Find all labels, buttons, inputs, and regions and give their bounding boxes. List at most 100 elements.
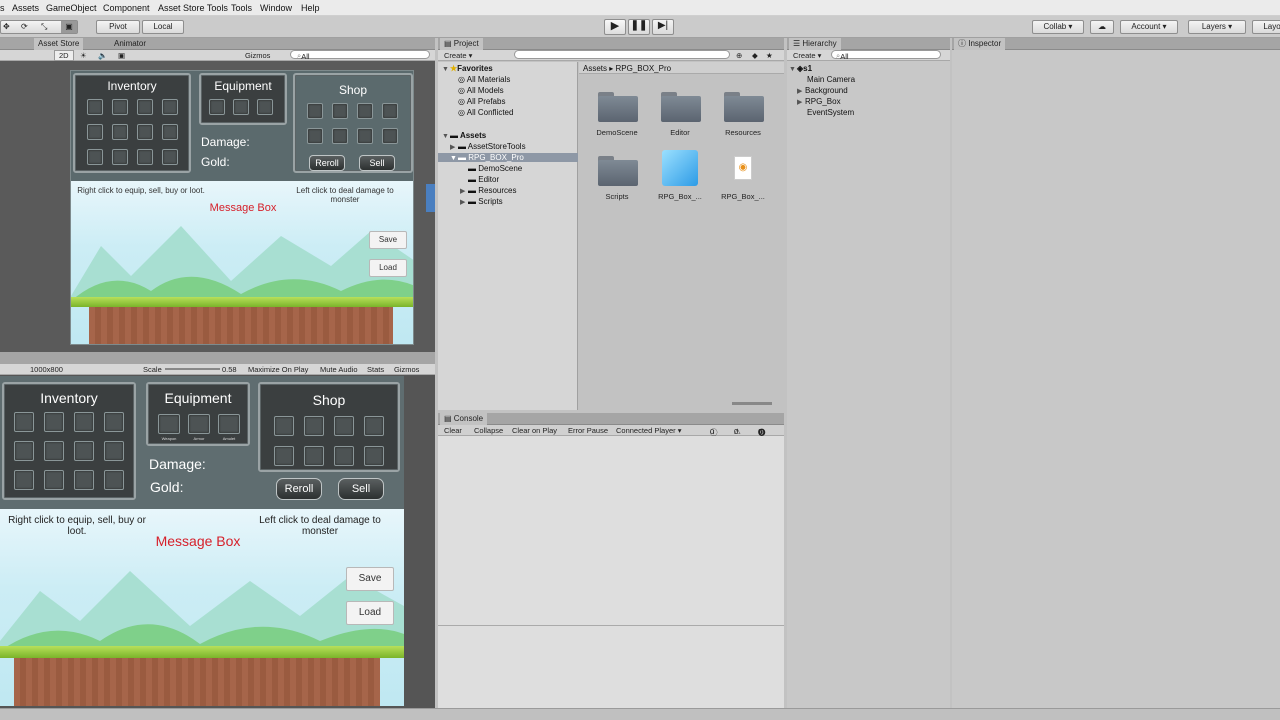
- layers-dropdown[interactable]: Layers ▾: [1188, 20, 1246, 34]
- play-button[interactable]: ▶: [604, 19, 626, 35]
- shop-slot[interactable]: [357, 128, 373, 144]
- shop-slot[interactable]: [364, 416, 384, 436]
- tree-item-editor[interactable]: ▬ Editor: [468, 175, 499, 184]
- hierarchy-create[interactable]: Create ▾: [793, 51, 821, 60]
- shop-slot[interactable]: [382, 103, 398, 119]
- inventory-slot[interactable]: [137, 124, 153, 140]
- prefab-cube-icon[interactable]: [662, 150, 698, 186]
- tree-item-demoscene[interactable]: ▬ DemoScene: [468, 164, 522, 173]
- console-collapse[interactable]: Collapse: [474, 426, 503, 435]
- shop-slot[interactable]: [307, 128, 323, 144]
- folder-demoscene[interactable]: [598, 92, 638, 122]
- scale-tool-icon[interactable]: ⤡: [41, 21, 47, 33]
- sell-button[interactable]: Sell: [338, 478, 384, 500]
- equip-slot-amulet[interactable]: [218, 414, 240, 434]
- scene-scroll-handle[interactable]: [426, 184, 435, 212]
- pivot-button[interactable]: Pivot: [96, 20, 140, 34]
- resolution-dropdown[interactable]: 1000x800: [30, 365, 63, 374]
- shop-slot[interactable]: [334, 446, 354, 466]
- inventory-slot[interactable]: [74, 470, 94, 490]
- hierarchy-item[interactable]: EventSystem: [807, 108, 854, 117]
- fav-item[interactable]: ◎ All Materials: [458, 75, 510, 84]
- scene-save-button[interactable]: Save: [369, 231, 407, 249]
- favorites-node[interactable]: ▼★Favorites: [442, 64, 493, 73]
- inventory-slot[interactable]: [44, 441, 64, 461]
- tab-project[interactable]: ▤ Project: [440, 38, 483, 50]
- tree-item-rpg-box-pro[interactable]: ▼▬ RPG_BOX_Pro: [438, 153, 578, 162]
- inventory-slot[interactable]: [74, 412, 94, 432]
- filter-label-icon[interactable]: ◆: [752, 51, 758, 60]
- inventory-slot[interactable]: [104, 441, 124, 461]
- account-dropdown[interactable]: Account ▾: [1120, 20, 1178, 34]
- folder-editor[interactable]: [661, 92, 701, 122]
- stats-button[interactable]: Stats: [367, 365, 384, 374]
- toggle-2d[interactable]: 2D: [54, 50, 74, 61]
- console-connected-player[interactable]: Connected Player ▾: [616, 426, 681, 435]
- hierarchy-item[interactable]: Main Camera: [807, 75, 855, 84]
- hierarchy-item[interactable]: ▶ Background: [797, 86, 848, 95]
- scene-search[interactable]: ⌕ All: [290, 50, 430, 61]
- mute-audio[interactable]: Mute Audio: [320, 365, 358, 374]
- rotate-tool-icon[interactable]: ⟳: [21, 21, 28, 33]
- fav-item[interactable]: ◎ All Prefabs: [458, 97, 505, 106]
- inventory-slot[interactable]: [87, 149, 103, 165]
- icon-size-slider[interactable]: [732, 402, 772, 405]
- inventory-slot[interactable]: [137, 149, 153, 165]
- tab-asset-store[interactable]: Asset Store: [34, 38, 84, 50]
- menu-assets[interactable]: Assets: [12, 3, 39, 13]
- inventory-slot[interactable]: [44, 470, 64, 490]
- shop-slot[interactable]: [332, 128, 348, 144]
- tab-animator[interactable]: Animator: [110, 38, 150, 50]
- audio-icon[interactable]: 🔈: [98, 51, 107, 60]
- maximize-on-play[interactable]: Maximize On Play: [248, 365, 308, 374]
- folder-scripts[interactable]: [598, 156, 638, 186]
- equip-slot[interactable]: [209, 99, 225, 115]
- inventory-slot[interactable]: [14, 412, 34, 432]
- shop-slot[interactable]: [307, 103, 323, 119]
- shop-slot[interactable]: [364, 446, 384, 466]
- assets-node[interactable]: ▼▬ Assets: [442, 131, 486, 140]
- inventory-slot[interactable]: [104, 470, 124, 490]
- equip-slot-weapon[interactable]: [158, 414, 180, 434]
- inventory-slot[interactable]: [162, 149, 178, 165]
- layout-dropdown[interactable]: Layo: [1252, 20, 1280, 34]
- load-button[interactable]: Load: [346, 601, 394, 625]
- image-icon[interactable]: ▣: [118, 51, 125, 60]
- hierarchy-item[interactable]: ▶ RPG_Box: [797, 97, 841, 106]
- tree-item-scripts[interactable]: ▶ ▬ Scripts: [460, 197, 503, 206]
- inventory-slot[interactable]: [162, 124, 178, 140]
- save-button[interactable]: Save: [346, 567, 394, 591]
- shop-slot[interactable]: [274, 416, 294, 436]
- shop-slot[interactable]: [382, 128, 398, 144]
- move-tool-icon[interactable]: ✥: [3, 21, 10, 33]
- inventory-slot[interactable]: [112, 99, 128, 115]
- console-clear-on-play[interactable]: Clear on Play: [512, 426, 557, 435]
- shop-slot[interactable]: [357, 103, 373, 119]
- scene-gizmos[interactable]: Gizmos: [245, 51, 270, 60]
- game-view[interactable]: Inventory Equipment Weapon Armor Amulet …: [0, 376, 404, 706]
- equip-slot[interactable]: [257, 99, 273, 115]
- equip-slot-armor[interactable]: [188, 414, 210, 434]
- scene-sell-button[interactable]: Sell: [359, 155, 395, 171]
- pause-button[interactable]: ❚❚: [628, 19, 650, 35]
- shop-slot[interactable]: [334, 416, 354, 436]
- scene-root[interactable]: ▼◈s1: [789, 64, 812, 73]
- fav-item[interactable]: ◎ All Models: [458, 86, 504, 95]
- scene-reroll-button[interactable]: Reroll: [309, 155, 345, 171]
- game-gizmos[interactable]: Gizmos: [394, 365, 419, 374]
- tab-hierarchy[interactable]: ☰ Hierarchy: [789, 38, 841, 50]
- inventory-slot[interactable]: [104, 412, 124, 432]
- step-button[interactable]: ▶|: [652, 19, 674, 35]
- inventory-slot[interactable]: [87, 124, 103, 140]
- inventory-slot[interactable]: [112, 124, 128, 140]
- tree-item-assetstoretools[interactable]: ▶ ▬ AssetStoreTools: [450, 142, 526, 151]
- menu-window[interactable]: Window: [260, 3, 292, 13]
- menu-component[interactable]: Component: [103, 3, 150, 13]
- collab-button[interactable]: Collab ▾: [1032, 20, 1084, 34]
- menu-asset-store-tools[interactable]: Asset Store Tools: [158, 3, 228, 13]
- console-clear[interactable]: Clear: [444, 426, 462, 435]
- favorite-star-icon[interactable]: ★: [766, 51, 773, 60]
- project-search[interactable]: [514, 50, 730, 59]
- menu-gameobject[interactable]: GameObject: [46, 3, 97, 13]
- fav-item[interactable]: ◎ All Conflicted: [458, 108, 513, 117]
